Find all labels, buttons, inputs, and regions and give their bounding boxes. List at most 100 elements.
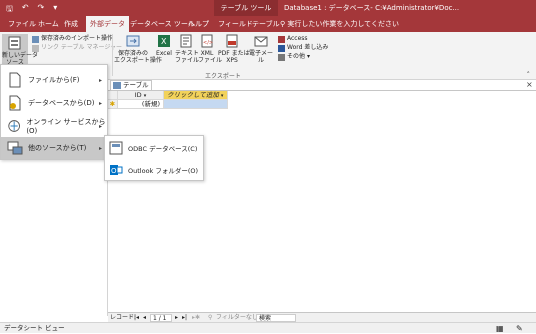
chevron-right-icon: ▸ xyxy=(98,99,102,107)
saved-exports-button[interactable]: 保存済みの エクスポート操作 xyxy=(114,34,162,64)
linked-table-icon xyxy=(32,44,39,52)
tell-me-text: 実行したい作業を入力してください xyxy=(287,20,399,28)
chevron-right-icon: ▸ xyxy=(98,144,102,152)
menu-item-label: ファイルから(F) xyxy=(28,76,80,84)
word-merge-label: Word 差し込み xyxy=(287,44,329,51)
column-header-id[interactable]: ID ▾ xyxy=(118,91,164,100)
text-file-label: テキスト ファイル xyxy=(175,50,200,64)
new-data-source-menu: ファイルから(F) ▸ データベースから(D) ▸ オンライン サービスから(O… xyxy=(0,64,108,160)
ribbon-separator xyxy=(112,34,113,76)
close-icon[interactable]: × xyxy=(526,80,533,89)
tab-help[interactable]: ヘルプ xyxy=(184,16,213,32)
saved-imports-icon xyxy=(32,35,39,43)
search-input[interactable]: 検索 xyxy=(256,314,296,322)
menu-item-from-other-sources[interactable]: 他のソースから(T) ▸ xyxy=(1,137,107,159)
svg-text:O: O xyxy=(111,167,117,175)
pdf-label: PDF または XPS xyxy=(218,50,250,64)
database-icon xyxy=(9,95,21,111)
row-selector-header[interactable] xyxy=(108,91,118,100)
text-file-export-button[interactable]: テキスト ファイル xyxy=(175,34,200,64)
text-file-icon xyxy=(180,34,192,48)
column-header-add-label: クリックして追加 xyxy=(167,91,219,99)
window-title: Database1 : データベース- C:¥Administrator¥Doc… xyxy=(284,4,460,12)
chevron-right-icon: ▸ xyxy=(98,122,102,130)
outlook-icon: O xyxy=(110,165,123,175)
file-icon xyxy=(9,72,21,88)
column-header-id-label: ID xyxy=(134,91,142,99)
excel-label: Excel xyxy=(156,50,172,57)
chevron-down-icon: ▾ xyxy=(220,93,224,99)
record-position[interactable]: 1 / 1 xyxy=(150,314,172,322)
linked-table-label: リンク テーブル マネージャー xyxy=(41,44,123,51)
menu-item-from-online-services[interactable]: オンライン サービスから(O) ▸ xyxy=(1,115,107,137)
context-tab-group-label: テーブル ツール xyxy=(214,0,278,16)
design-view-icon[interactable]: ✎ xyxy=(516,323,523,334)
svg-text:</>: </> xyxy=(203,40,213,46)
saved-imports-button[interactable]: 保存済みのインポート操作 xyxy=(32,35,113,43)
tab-external-data[interactable]: 外部データ xyxy=(86,16,129,32)
access-icon xyxy=(278,35,285,43)
submenu-item-outlook[interactable]: O Outlook フォルダー(O) xyxy=(105,160,203,180)
chevron-right-icon: ▸ xyxy=(98,76,102,84)
linked-table-manager-button[interactable]: リンク テーブル マネージャー xyxy=(32,44,122,52)
collapse-ribbon-icon[interactable]: ˄ xyxy=(527,71,531,79)
title-bar: 🖫 ↶ ↷ ▾ テーブル ツール Database1 : データベース- C:¥… xyxy=(0,0,536,16)
pdf-icon xyxy=(226,34,238,48)
save-icon[interactable]: 🖫 xyxy=(6,3,13,17)
status-bar: データシート ビュー ▦ ✎ xyxy=(0,322,536,333)
new-record-icon[interactable]: ✱ xyxy=(108,100,118,109)
other-export-button[interactable]: その他 ▾ xyxy=(278,53,310,61)
menu-item-label: 他のソースから(T) xyxy=(28,144,87,152)
svg-text:X: X xyxy=(161,37,167,46)
submenu-item-label: Outlook フォルダー(O) xyxy=(128,167,199,175)
access-export-button[interactable]: Access xyxy=(278,35,308,43)
email-label: 電子メール xyxy=(248,50,273,64)
quick-access-toolbar: 🖫 ↶ ↷ ▾ xyxy=(6,3,57,17)
pdf-export-button[interactable]: PDF または XPS xyxy=(218,34,250,64)
status-view-label: データシート ビュー xyxy=(4,324,65,332)
email-export-button[interactable]: 電子メール xyxy=(248,34,274,64)
chevron-down-icon: ▾ xyxy=(307,53,311,60)
online-services-icon xyxy=(8,120,20,132)
access-label: Access xyxy=(287,35,308,42)
redo-icon[interactable]: ↷ xyxy=(38,3,45,17)
other-sources-icon xyxy=(7,141,23,155)
new-data-source-icon xyxy=(8,36,21,50)
menu-item-from-file[interactable]: ファイルから(F) ▸ xyxy=(1,69,107,91)
new-data-source-button[interactable]: 新しいデータ ソース xyxy=(2,34,38,68)
submenu-item-label: ODBC データベース(C) xyxy=(128,145,198,153)
menu-item-label: オンライン サービスから(O) xyxy=(26,118,106,135)
record-navigation-bar: レコード: |◂ ◂ 1 / 1 ▸ ▸| ▸✱ ⚲ フィルターなし 検索 xyxy=(108,312,536,322)
datasheet-grid: ID ▾ クリックして追加 ▾ ✱ (新規) xyxy=(108,90,536,312)
xml-export-button[interactable]: </> XML ファイル xyxy=(198,34,222,64)
xml-file-icon: </> xyxy=(201,34,213,48)
email-icon xyxy=(254,36,268,47)
undo-icon[interactable]: ↶ xyxy=(22,3,29,17)
document-tab[interactable]: テーブル1 xyxy=(110,80,152,98)
other-icon xyxy=(278,53,285,61)
menu-item-label: データベースから(D) xyxy=(28,99,95,107)
column-header-add[interactable]: クリックして追加 ▾ xyxy=(164,91,228,100)
menu-item-from-database[interactable]: データベースから(D) ▸ xyxy=(1,92,107,114)
export-group-label: エクスポート xyxy=(205,73,241,80)
other-sources-submenu: ODBC データベース(C) O Outlook フォルダー(O) xyxy=(104,135,204,181)
word-icon xyxy=(278,44,285,52)
saved-imports-label: 保存済みのインポート操作 xyxy=(41,35,114,42)
customize-icon[interactable]: ▾ xyxy=(53,3,57,17)
table-icon xyxy=(113,82,121,89)
tell-me-box[interactable]: ⚲ 実行したい作業を入力してください xyxy=(280,16,399,32)
datasheet-view-icon[interactable]: ▦ xyxy=(496,323,504,334)
excel-export-button[interactable]: X Excel xyxy=(154,34,174,57)
excel-icon: X xyxy=(158,35,170,47)
saved-exports-icon xyxy=(126,35,140,47)
submenu-item-odbc[interactable]: ODBC データベース(C) xyxy=(105,138,203,158)
tab-table[interactable]: テーブル xyxy=(248,16,284,32)
other-label: その他 xyxy=(287,53,306,60)
chevron-down-icon: ▾ xyxy=(143,93,147,99)
word-merge-button[interactable]: Word 差し込み xyxy=(278,44,328,52)
tab-home[interactable]: ホーム xyxy=(34,16,63,32)
odbc-icon xyxy=(109,141,123,155)
new-record-add-cell[interactable] xyxy=(164,100,228,109)
new-record-id-cell[interactable]: (新規) xyxy=(118,100,164,109)
tab-create[interactable]: 作成 xyxy=(60,16,82,32)
